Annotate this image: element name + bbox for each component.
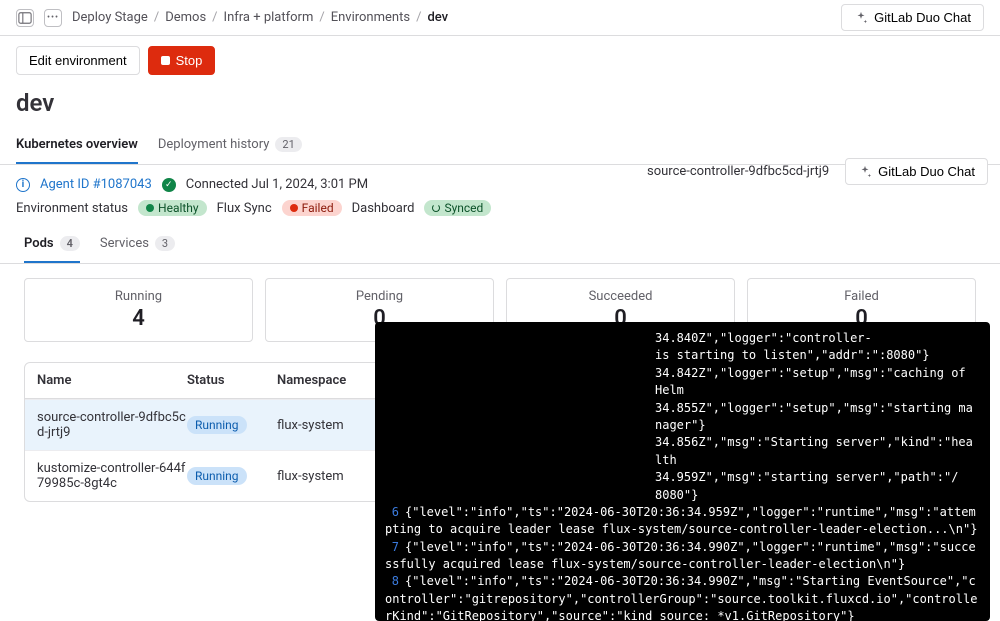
sidebar-toggle-icon[interactable] (16, 9, 34, 27)
connected-status: Connected Jul 1, 2024, 3:01 PM (186, 177, 368, 192)
pods-count: 4 (60, 236, 80, 251)
pod-name: kustomize-controller-644f79985c-8gt4c (37, 461, 187, 491)
breadcrumb-item[interactable]: Environments (331, 10, 410, 25)
stop-label: Stop (176, 53, 203, 68)
gitlab-duo-chat-label: GitLab Duo Chat (874, 10, 971, 25)
env-status-label: Environment status (16, 201, 128, 216)
breadcrumb-item[interactable]: Demos (165, 10, 206, 25)
agent-id-link[interactable]: Agent ID #1087043 (40, 177, 152, 192)
terminal-body[interactable]: 34.840Z","logger":"controller-is startin… (375, 322, 990, 621)
tab-deployment-history-label: Deployment history (158, 137, 270, 152)
breadcrumb: Deploy Stage/ Demos/ Infra + platform/ E… (72, 10, 831, 25)
services-count: 3 (155, 236, 175, 251)
pod-name: source-controller-9dfbc5cd-jrtj9 (37, 410, 187, 440)
breadcrumb-item[interactable]: Deploy Stage (72, 10, 148, 25)
flux-sync-label: Flux Sync (217, 201, 272, 216)
pod-status-badge: Running (187, 467, 247, 485)
tab-kubernetes-overview[interactable]: Kubernetes overview (16, 127, 138, 164)
healthy-badge: Healthy (138, 200, 207, 216)
edit-environment-button[interactable]: Edit environment (16, 46, 140, 75)
synced-badge: Synced (424, 200, 491, 216)
failed-badge: Failed (282, 200, 342, 216)
pod-status-badge: Running (187, 416, 247, 434)
gitlab-duo-chat-button[interactable]: GitLab Duo Chat (841, 4, 984, 31)
subtab-services-label: Services (100, 236, 149, 251)
check-icon: ✓ (162, 178, 176, 192)
subtab-pods[interactable]: Pods 4 (24, 226, 80, 263)
deployment-history-count: 21 (275, 137, 301, 152)
col-name: Name (37, 373, 187, 388)
stop-icon (161, 56, 170, 65)
stop-button[interactable]: Stop (148, 46, 216, 75)
sparkle-icon (854, 11, 868, 25)
stat-running: Running4 (24, 278, 253, 342)
subtab-services[interactable]: Services 3 (100, 226, 175, 263)
sparkle-icon (858, 165, 872, 179)
breadcrumb-more-button[interactable]: ••• (44, 9, 62, 27)
log-terminal: Pod: source-controller-9dfbc5cd-jrtj9 Co… (375, 322, 990, 621)
right-panel-title: source-controller-9dfbc5cd-jrtj9 (647, 164, 829, 179)
breadcrumb-item[interactable]: Infra + platform (224, 10, 314, 25)
page-title: dev (0, 85, 1000, 127)
tab-deployment-history[interactable]: Deployment history 21 (158, 127, 302, 164)
dashboard-label: Dashboard (352, 201, 415, 216)
info-icon: i (16, 178, 30, 192)
breadcrumb-current: dev (427, 10, 448, 25)
gitlab-duo-chat-button-side[interactable]: GitLab Duo Chat (845, 158, 988, 185)
subtab-pods-label: Pods (24, 236, 54, 251)
gitlab-duo-chat-label: GitLab Duo Chat (878, 164, 975, 179)
col-status: Status (187, 373, 277, 388)
